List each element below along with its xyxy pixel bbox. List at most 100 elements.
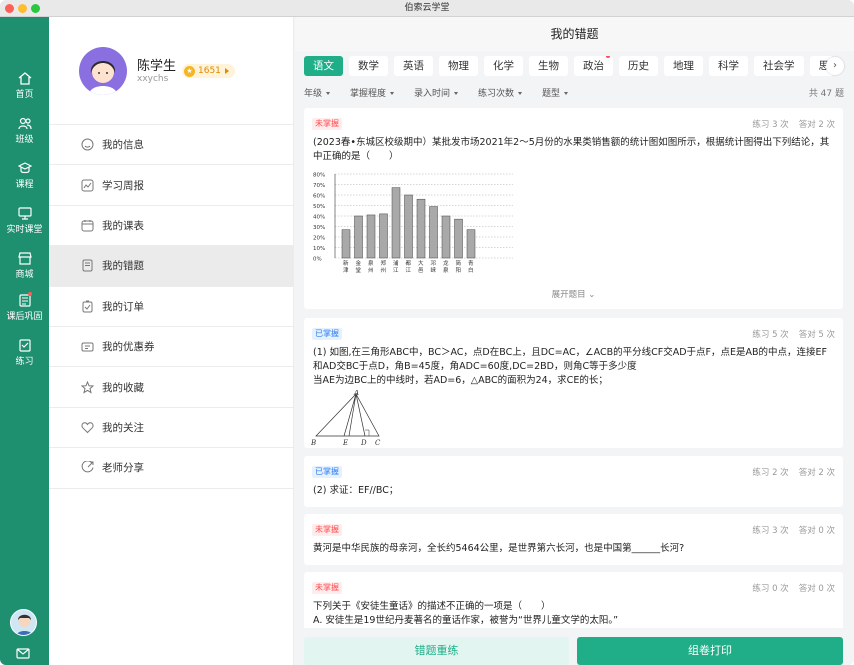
correct-count: 答对 0 次 [798, 584, 835, 594]
menu-item-orders[interactable]: 我的订单 [49, 287, 293, 327]
menu-item-weekly-report[interactable]: 学习周报 [49, 165, 293, 206]
bar [379, 213, 388, 259]
menu-item-schedule[interactable]: 我的课表 [49, 206, 293, 247]
rail-item-home[interactable]: 首页 [0, 72, 49, 100]
tab-history[interactable]: 历史 [619, 56, 658, 76]
rail-label-store: 商城 [15, 270, 34, 280]
menu-label: 老师分享 [102, 462, 144, 475]
x-tick-label: 泉 [443, 266, 449, 274]
tab-physics[interactable]: 物理 [439, 56, 478, 76]
expand-question-button[interactable]: 展开题目 ⌄ [304, 288, 843, 300]
rail-item-course[interactable]: 课程 [0, 162, 49, 190]
bar-chart-figure: 80%70%60%50%40%30%20%10%0%新津金堂泉州郑州浦江都江大邑… [313, 173, 513, 274]
question-card[interactable]: 已掌握 练习 2 次答对 2 次 (2) 求证：EF//BC； [304, 456, 843, 507]
question-text: (1) 如图,在三角形ABC中，BC＞AC，点D在BC上，且DC=AC，∠ACB… [313, 347, 827, 372]
tab-chinese[interactable]: 语文 [304, 56, 343, 76]
close-window-button[interactable] [5, 4, 14, 13]
x-tick-label: 郑 [381, 259, 387, 267]
tab-math[interactable]: 数学 [349, 56, 388, 76]
question-stats: 练习 3 次答对 0 次 [752, 524, 835, 536]
filter-mastery[interactable]: 掌握程度 [350, 86, 394, 99]
tab-chemistry[interactable]: 化学 [484, 56, 523, 76]
coin-icon: ★ [184, 65, 195, 77]
rail-label-class: 班级 [15, 135, 34, 145]
notification-dot [606, 56, 610, 58]
profile-name: 陈学生 [137, 59, 177, 74]
bar [429, 206, 438, 259]
question-card[interactable]: 未掌握 练习 0 次答对 0 次 下列关于《安徒生童话》的描述不正确的一项是（ … [304, 572, 843, 634]
action-bar: 错题重练 组卷打印 [295, 628, 854, 665]
title-bar: 伯索云学堂 [0, 0, 854, 17]
menu-label: 我的错题 [102, 260, 144, 273]
y-tick-label: 60% [313, 194, 325, 200]
y-tick-label: 10% [313, 246, 325, 252]
question-text: (2) 求证：EF//BC； [313, 485, 399, 496]
minimize-window-button[interactable] [18, 4, 27, 13]
menu-label: 我的信息 [102, 139, 144, 152]
x-tick-label: 金 [356, 259, 362, 267]
bar [441, 215, 451, 259]
menu-label: 我的优惠券 [102, 341, 155, 354]
rail-item-live[interactable]: 实时课堂 [0, 207, 49, 235]
label-b: B [311, 439, 316, 446]
question-card[interactable]: 未掌握 练习 3 次答对 0 次 黄河是中华民族的母亲河，全长约5464公里，是… [304, 514, 843, 565]
x-tick-label: 江 [393, 267, 399, 274]
rail-item-class[interactable]: 班级 [0, 117, 49, 145]
menu-item-following[interactable]: 我的关注 [49, 408, 293, 449]
notification-dot [28, 292, 32, 296]
menu-item-info[interactable]: 我的信息 [49, 125, 293, 166]
question-card[interactable]: 未掌握 练习 3 次答对 2 次 (2023春•东城区校级期中）某批发市场202… [304, 108, 843, 309]
chevron-down-icon: ⌄ [588, 290, 596, 300]
menu-item-coupons[interactable]: 我的优惠券 [49, 327, 293, 368]
menu-item-teacher-share[interactable]: 老师分享 [49, 448, 293, 489]
share-icon [81, 461, 94, 473]
redo-wrong-questions-button[interactable]: 错题重练 [304, 637, 569, 665]
zoom-window-button[interactable] [31, 4, 40, 13]
question-stats: 练习 5 次答对 5 次 [752, 328, 835, 340]
coin-balance-badge[interactable]: ★ 1651 [182, 64, 235, 78]
filter-grade[interactable]: 年级 [304, 86, 330, 99]
practice-count: 练习 0 次 [752, 584, 789, 594]
x-tick-label: 州 [381, 268, 387, 274]
rail-item-practice[interactable]: 练习 [0, 339, 49, 367]
tab-sociology[interactable]: 社会学 [754, 56, 804, 76]
tab-geography[interactable]: 地理 [664, 56, 703, 76]
tab-biology[interactable]: 生物 [529, 56, 568, 76]
x-tick-label: 浦 [393, 259, 399, 267]
menu-item-favorites[interactable]: 我的收藏 [49, 367, 293, 408]
correct-count: 答对 0 次 [798, 526, 835, 536]
filter-practice-count[interactable]: 练习次数 [478, 86, 522, 99]
main-content: 我的错题 语文 数学 英语 物理 化学 生物 政治 历史 地理 科学 社会学 思… [295, 17, 854, 665]
menu-label: 我的关注 [102, 421, 144, 434]
status-badge: 未掌握 [312, 582, 342, 594]
y-tick-label: 30% [313, 225, 325, 231]
rail-label-review: 课后巩固 [6, 312, 43, 322]
x-tick-label: 泉 [368, 259, 374, 267]
menu-item-wrong-questions[interactable]: 我的错题 [49, 246, 293, 287]
rail-label-home: 首页 [15, 90, 34, 100]
subject-tabs: 语文 数学 英语 物理 化学 生物 政治 历史 地理 科学 社会学 思想道德 [304, 56, 832, 76]
bar [416, 198, 426, 259]
mail-icon[interactable] [16, 648, 30, 659]
filter-question-type[interactable]: 题型 [542, 86, 568, 99]
menu-label: 我的收藏 [102, 381, 144, 394]
y-tick-label: 40% [313, 215, 325, 221]
tabs-next-button[interactable]: › [826, 57, 844, 75]
tab-science[interactable]: 科学 [709, 56, 748, 76]
tab-politics[interactable]: 政治 [574, 56, 613, 76]
chart-line-icon [81, 179, 94, 192]
question-card[interactable]: 已掌握 练习 5 次答对 5 次 (1) 如图,在三角形ABC中，BC＞AC，点… [304, 318, 843, 448]
book-icon [82, 259, 93, 272]
profile-panel: 陈学生 xxychs ★ 1651 我的信息 学习周报 我的课表 我的错题 我的… [49, 17, 294, 665]
label-d: D [360, 439, 367, 446]
tab-english[interactable]: 英语 [394, 56, 433, 76]
y-tick-label: 50% [313, 204, 325, 210]
print-paper-button[interactable]: 组卷打印 [577, 637, 843, 665]
x-tick-label: 大 [418, 259, 424, 267]
filter-entry-time[interactable]: 录入时间 [414, 86, 458, 99]
bar [391, 187, 401, 259]
rail-item-review[interactable]: 课后巩固 [0, 292, 49, 322]
user-avatar[interactable] [10, 609, 37, 636]
rail-item-store[interactable]: 商城 [0, 252, 49, 280]
order-icon [82, 300, 93, 313]
